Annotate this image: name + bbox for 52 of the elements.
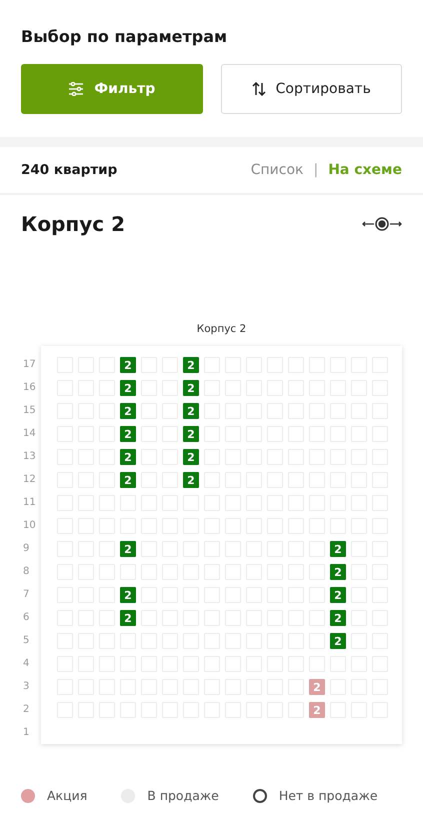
apartment-tile[interactable]: 2 xyxy=(330,541,346,557)
legend-label: Нет в продаже xyxy=(278,788,378,803)
separator: | xyxy=(313,162,318,178)
legend-label: В продаже xyxy=(147,788,219,803)
building-title: Корпус 2 xyxy=(21,212,125,236)
floor-number: 10 xyxy=(22,519,37,533)
apartment-tile[interactable]: 2 xyxy=(330,587,346,603)
apartment-tile[interactable]: 2 xyxy=(330,633,346,649)
sort-arrows-icon xyxy=(252,82,266,96)
apartment-tile[interactable]: 2 xyxy=(330,610,346,626)
apartment-tile[interactable]: 2 xyxy=(120,426,136,442)
view-tab[interactable]: Список xyxy=(250,162,304,178)
floor-number: 15 xyxy=(22,404,37,418)
floor-number: 14 xyxy=(22,427,37,441)
floor-number: 5 xyxy=(22,634,30,648)
drag-handle-icon[interactable] xyxy=(362,217,402,231)
floor-number: 7 xyxy=(22,588,30,602)
section-title: Выбор по параметрам xyxy=(21,26,228,48)
filter-button[interactable]: Фильтр xyxy=(21,64,202,114)
apartment-tile[interactable]: 2 xyxy=(120,403,136,419)
floor-number: 11 xyxy=(22,496,37,510)
view-tab[interactable]: На схеме xyxy=(328,162,402,178)
floor-number: 8 xyxy=(22,565,30,579)
apartment-tile[interactable]: 2 xyxy=(120,449,136,465)
apartment-tile[interactable]: 2 xyxy=(183,426,199,442)
floor-number: 1 xyxy=(22,726,30,740)
floor-number: 3 xyxy=(22,680,30,694)
floor-number: 12 xyxy=(22,473,37,487)
sliders-icon xyxy=(68,82,84,96)
floor-number: 16 xyxy=(22,381,37,395)
floor-number: 4 xyxy=(22,657,30,671)
apartment-tile[interactable]: 2 xyxy=(120,472,136,488)
apartment-tile[interactable]: 2 xyxy=(330,564,346,580)
floor-number: 9 xyxy=(22,542,30,556)
apartment-tile[interactable]: 2 xyxy=(183,472,199,488)
sort-button[interactable]: Сортировать xyxy=(220,64,402,114)
apartment-tile[interactable]: 2 xyxy=(183,403,199,419)
floor-number: 13 xyxy=(22,450,37,464)
apartment-count: 240 квартир xyxy=(21,162,118,178)
apartment-tile[interactable]: 2 xyxy=(183,380,199,396)
floor-number: 17 xyxy=(22,358,37,372)
apartment-tile[interactable]: 2 xyxy=(120,541,136,557)
legend-label: Акция xyxy=(47,788,88,803)
apartment-tile[interactable]: 2 xyxy=(120,380,136,396)
apartment-tile[interactable]: 2 xyxy=(183,357,199,373)
apartment-tile[interactable]: 2 xyxy=(120,357,136,373)
apartment-tile[interactable]: 2 xyxy=(183,449,199,465)
floor-number: 6 xyxy=(22,611,30,625)
scheme-title: Корпус 2 xyxy=(196,323,248,335)
floor-number: 2 xyxy=(22,703,30,717)
apartment-tile[interactable]: 2 xyxy=(120,587,136,603)
apartment-tile[interactable]: 2 xyxy=(120,610,136,626)
